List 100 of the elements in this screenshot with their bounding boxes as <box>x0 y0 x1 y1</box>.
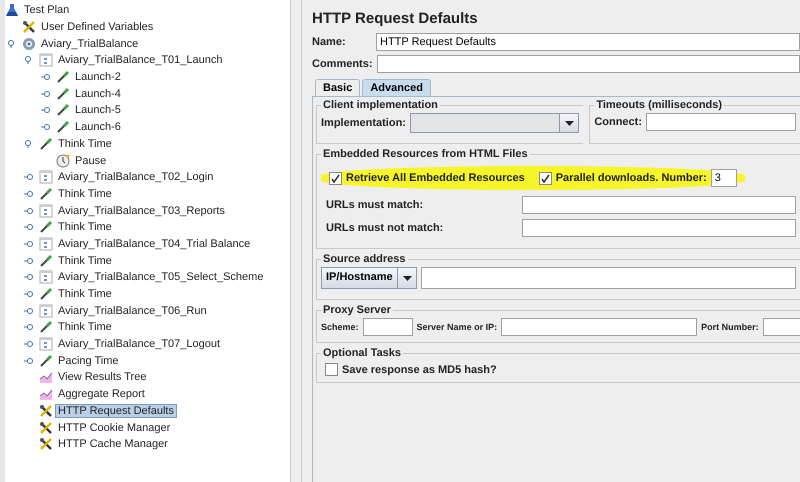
tree-item[interactable]: HTTP Cache Manager <box>56 438 170 450</box>
tree-item[interactable]: Aviary_TrialBalance_T06_Run <box>56 304 209 317</box>
tree-item[interactable]: Think Time <box>56 138 114 150</box>
field-label: Scheme: <box>321 322 359 332</box>
controller-icon <box>39 236 53 251</box>
tree-item[interactable]: View Results Tree <box>56 371 148 384</box>
tree-toggle-icon[interactable] <box>24 323 34 332</box>
tree-item[interactable]: HTTP Request Defaults <box>56 404 176 417</box>
tree-toggle-icon[interactable] <box>24 173 34 182</box>
group-title: Proxy Server <box>322 304 392 316</box>
tree-toggle-icon[interactable] <box>24 206 34 215</box>
tree-toggle-icon[interactable] <box>41 73 51 82</box>
group-title: Client implementation <box>322 99 439 111</box>
field-label: Port Number: <box>701 322 759 332</box>
pipette-icon <box>56 103 70 118</box>
tree-toggle-icon[interactable] <box>24 140 34 148</box>
tree-toggle-icon[interactable] <box>24 256 34 265</box>
scheme-field[interactable] <box>362 318 413 336</box>
tree-toggle-icon[interactable] <box>24 56 34 64</box>
tree-toggle-icon[interactable] <box>41 123 51 132</box>
flask-icon <box>5 3 19 18</box>
pipette-icon <box>39 186 53 201</box>
checkbox-label: Save response as MD5 hash? <box>342 364 497 376</box>
checkbox[interactable] <box>325 363 338 376</box>
implementation-dropdown[interactable] <box>410 113 580 133</box>
tree-item[interactable]: Aviary_TrialBalance_T04_Trial Balance <box>56 238 252 250</box>
group-title: Timeouts (milliseconds) <box>595 99 724 111</box>
tree-item[interactable]: Launch-4 <box>73 88 123 100</box>
tab[interactable]: Basic <box>315 79 360 96</box>
field-label: Name: <box>312 36 347 48</box>
server-field[interactable] <box>501 318 698 336</box>
tree-item[interactable]: Aviary_TrialBalance_T02_Login <box>56 171 216 184</box>
tree-toggle-icon[interactable] <box>24 356 34 365</box>
checkbox[interactable] <box>538 172 552 184</box>
pipette-icon <box>56 70 70 84</box>
group-title: Optional Tasks <box>322 347 402 359</box>
tree-item[interactable]: Think Time <box>56 288 114 300</box>
tree-item[interactable]: Think Time <box>56 254 114 267</box>
controller-icon <box>39 304 53 318</box>
panel-title: HTTP Request Defaults <box>312 10 479 27</box>
tree-toggle-icon[interactable] <box>24 240 34 248</box>
checkbox[interactable] <box>329 172 342 184</box>
connect-field[interactable] <box>646 113 796 131</box>
tools-icon <box>39 437 53 452</box>
url-exclude-field[interactable] <box>522 219 796 237</box>
tree-item[interactable]: Aviary_TrialBalance_T03_Reports <box>56 204 227 217</box>
tree-item[interactable]: Pacing Time <box>56 354 121 367</box>
address-field[interactable] <box>421 267 796 289</box>
tools-icon <box>39 404 53 418</box>
url-match-field[interactable] <box>522 196 796 214</box>
address-type-dropdown[interactable]: IP/Hostname <box>321 267 417 289</box>
tree-toggle-icon[interactable] <box>24 223 34 232</box>
tree-toggle-icon[interactable] <box>41 106 51 114</box>
tree-toggle-icon[interactable] <box>24 273 34 282</box>
pipette-icon <box>39 320 53 334</box>
tree-item[interactable]: Aggregate Report <box>56 388 147 400</box>
pipette-icon <box>39 254 53 268</box>
dropdown-arrow-icon <box>564 120 574 126</box>
clock-icon <box>56 154 70 168</box>
dropdown-arrow-icon <box>402 276 412 280</box>
tree-toggle-icon[interactable] <box>24 340 34 348</box>
chart-icon <box>39 387 53 402</box>
tab[interactable]: Advanced <box>362 79 431 96</box>
controller-icon <box>39 53 53 68</box>
tree-item[interactable]: Aviary_TrialBalance_T05_Select_Scheme <box>56 271 266 284</box>
tree-item[interactable]: Aviary_TrialBalance_T01_Launch <box>56 54 224 66</box>
controller-icon <box>39 270 53 284</box>
comments-field[interactable] <box>376 55 800 73</box>
tree-item[interactable]: User Defined Variables <box>39 21 156 34</box>
tree-toggle-icon[interactable] <box>7 40 17 48</box>
chart-icon <box>39 370 53 384</box>
tree-item[interactable]: Aviary_TrialBalance_T07_Logout <box>56 338 222 350</box>
tree-item[interactable]: HTTP Cookie Manager <box>56 422 172 434</box>
pipette-icon <box>39 287 53 302</box>
number-field[interactable]: 3 <box>710 169 737 187</box>
field-label: URLs must match: <box>326 199 424 211</box>
controller-icon <box>39 170 53 184</box>
tree-item[interactable]: Pause <box>73 154 108 167</box>
checkbox-label: Retrieve All Embedded Resources <box>346 172 525 184</box>
controller-icon <box>39 204 53 218</box>
field-label: Server Name or IP: <box>416 322 498 332</box>
tree-toggle-icon[interactable] <box>24 190 34 198</box>
tree-item[interactable]: Launch-2 <box>73 71 123 84</box>
tree-item[interactable]: Think Time <box>56 188 114 200</box>
gear-icon <box>22 36 36 51</box>
tree-toggle-icon[interactable] <box>24 290 34 298</box>
tree-item[interactable]: Test Plan <box>22 4 72 16</box>
tree-item[interactable]: Launch-5 <box>73 104 123 116</box>
field-label: URLs must not match: <box>326 222 444 234</box>
tree-toggle-icon[interactable] <box>24 306 34 315</box>
tree-toggle-icon[interactable] <box>41 90 51 98</box>
tree-item[interactable]: Launch-6 <box>73 121 123 134</box>
name-field[interactable]: HTTP Request Defaults <box>376 33 800 51</box>
tree-item[interactable]: Think Time <box>56 221 114 234</box>
pipette-icon <box>56 86 70 101</box>
tree-item[interactable]: Think Time <box>56 321 114 334</box>
field-label: Implementation: <box>321 117 406 129</box>
tree-item[interactable]: Aviary_TrialBalance <box>39 38 140 50</box>
group-title: Embedded Resources from HTML Files <box>322 148 529 160</box>
pipette-icon <box>39 354 53 368</box>
